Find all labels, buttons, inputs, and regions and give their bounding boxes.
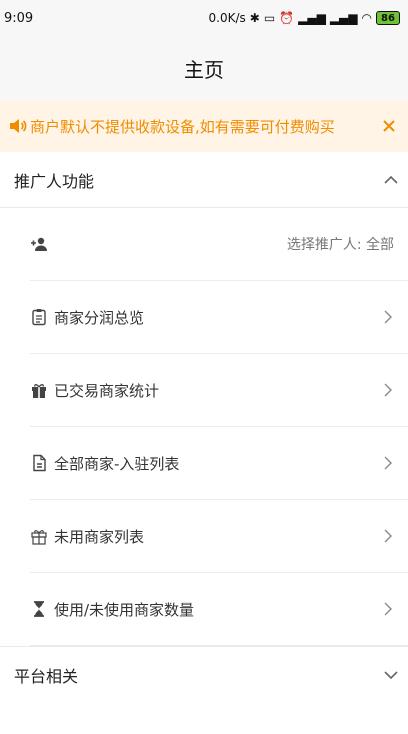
alarm-icon: ⏰ xyxy=(279,11,295,25)
chevron-right-icon xyxy=(384,529,392,543)
usage-count-row[interactable]: 使用/未使用商家数量 xyxy=(30,573,408,646)
chevron-up-icon xyxy=(384,175,398,184)
gift-icon xyxy=(32,384,46,398)
status-bar: 9:09 0.0K/s ✱ ▭ ⏰ ▂▄▆ ▂▄▆ ◠ 86 xyxy=(0,0,408,36)
document-icon xyxy=(33,454,46,472)
speaker-icon xyxy=(10,119,27,133)
traded-stats-row[interactable]: 已交易商家统计 xyxy=(30,354,408,427)
add-person-icon xyxy=(31,237,47,251)
bluetooth-icon: ✱ xyxy=(249,11,260,25)
chevron-right-icon xyxy=(384,310,392,324)
close-icon[interactable] xyxy=(380,117,398,135)
signal-2-icon: ▂▄▆ xyxy=(329,11,358,25)
status-icons: 0.0K/s ✱ ▭ ⏰ ▂▄▆ ▂▄▆ ◠ 86 xyxy=(209,11,400,25)
wifi-icon: ◠ xyxy=(361,11,372,25)
row-label: 商家分润总览 xyxy=(54,308,145,327)
promoter-filter-value: 选择推广人: 全部 xyxy=(286,237,394,253)
chevron-down-icon xyxy=(384,671,398,680)
clipboard-icon xyxy=(32,309,46,326)
chevron-right-icon xyxy=(384,456,392,470)
page-title: 主页 xyxy=(184,57,224,82)
unused-merchants-row[interactable]: 未用商家列表 xyxy=(30,500,408,573)
notice-bar: 商户默认不提供收款设备,如有需要可付费购买 xyxy=(0,100,408,152)
gift-outline-icon xyxy=(31,530,47,545)
status-time: 9:09 xyxy=(4,10,34,26)
chevron-right-icon xyxy=(384,383,392,397)
signal-icon: ▂▄▆ xyxy=(298,11,326,25)
row-label: 未用商家列表 xyxy=(54,527,145,546)
hourglass-icon xyxy=(34,601,44,617)
row-label: 已交易商家统计 xyxy=(54,381,160,400)
battery-icon: 86 xyxy=(376,11,400,25)
network-speed: 0.0K/s xyxy=(208,11,246,25)
select-promoter-row[interactable]: 选择推广人: 全部 xyxy=(30,208,408,281)
app-header: 主页 xyxy=(0,36,408,100)
notice-text: 商户默认不提供收款设备,如有需要可付费购买 xyxy=(30,117,335,136)
row-label: 全部商家-入驻列表 xyxy=(54,454,180,473)
section-promoter-header[interactable]: 推广人功能 xyxy=(0,152,408,208)
row-label: 使用/未使用商家数量 xyxy=(54,600,195,619)
vibrate-icon: ▭ xyxy=(263,11,276,25)
all-merchants-row[interactable]: 全部商家-入驻列表 xyxy=(30,427,408,500)
section-platform-header[interactable]: 平台相关 xyxy=(0,647,408,703)
profit-overview-row[interactable]: 商家分润总览 xyxy=(30,281,408,354)
chevron-right-icon xyxy=(384,602,392,616)
section-title: 平台相关 xyxy=(14,667,79,686)
section-title: 推广人功能 xyxy=(14,171,95,191)
